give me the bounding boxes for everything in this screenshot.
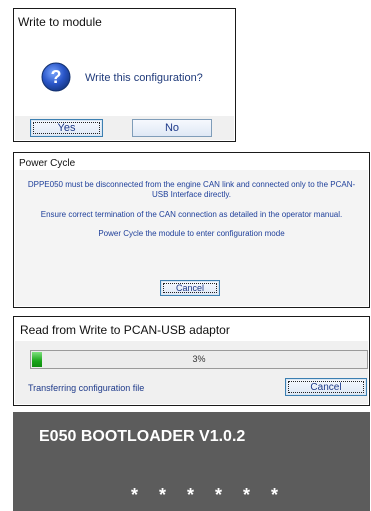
- cancel-button[interactable]: Cancel: [160, 280, 220, 296]
- progress-percent: 3%: [192, 354, 206, 364]
- dialog-title: Read from Write to PCAN-USB adaptor: [20, 323, 230, 337]
- svg-text:?: ?: [51, 67, 62, 87]
- yes-button[interactable]: Yes: [30, 119, 103, 137]
- power-cycle-dialog: Power Cycle DPPE050 must be disconnected…: [13, 152, 370, 308]
- no-button[interactable]: No: [132, 119, 212, 137]
- write-confirm-dialog: Write to module ? Write this configurati…: [13, 8, 236, 142]
- bootloader-title: E050 BOOTLOADER V1.0.2: [39, 428, 246, 445]
- bootloader-screen: E050 BOOTLOADER V1.0.2 * * * * * *: [13, 412, 370, 511]
- dialog-title: Write to module: [18, 15, 102, 29]
- question-icon: ?: [41, 62, 71, 92]
- transfer-progress-dialog: Read from Write to PCAN-USB adaptor 3% T…: [13, 316, 370, 406]
- cancel-button[interactable]: Cancel: [285, 378, 367, 396]
- progress-bar: 3%: [30, 350, 368, 369]
- termination-message: Ensure correct termination of the CAN co…: [40, 210, 343, 219]
- disconnect-message: DPPE050 must be disconnected from the en…: [27, 180, 356, 199]
- dialog-title: Power Cycle: [19, 158, 76, 169]
- power-cycle-message: Power Cycle the module to enter configur…: [98, 229, 285, 238]
- confirm-message: Write this configuration?: [85, 72, 203, 84]
- status-text: Transferring configuration file: [28, 383, 145, 393]
- bootloader-progress-stars: * * * * * *: [131, 485, 287, 505]
